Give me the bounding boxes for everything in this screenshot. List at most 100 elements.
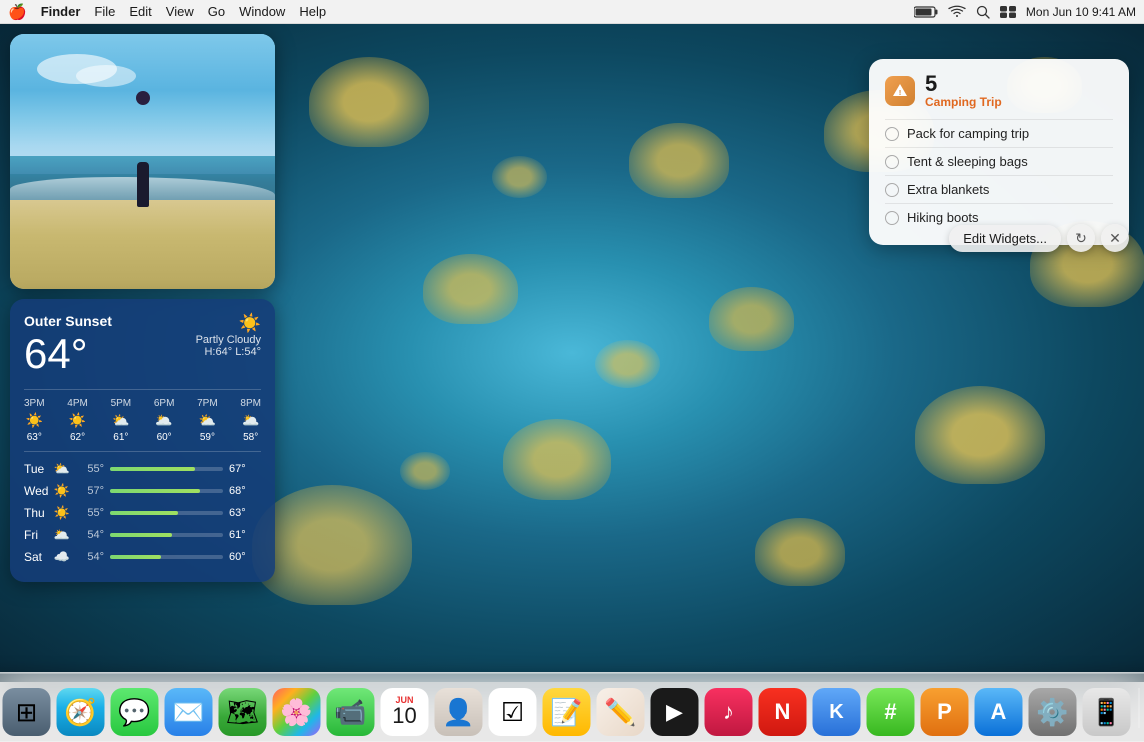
reminders-widget: ! 5 Camping Trip Pack for camping trip Te… (869, 59, 1129, 245)
menubar-view[interactable]: View (166, 4, 194, 19)
reminders-header: ! 5 Camping Trip (885, 73, 1113, 109)
forecast-row: Fri 🌥️ 54° 61° (24, 524, 261, 546)
menubar-app-name[interactable]: Finder (41, 4, 81, 19)
reminders-icon: ☑ (501, 697, 524, 728)
weather-sun-icon: ☀️ (196, 313, 261, 334)
dock-item-calendar[interactable]: JUN 10 (381, 688, 429, 736)
facetime-icon: 📹 (334, 697, 366, 728)
forecast-row: Tue ⛅ 55° 67° (24, 458, 261, 480)
reminder-checkbox[interactable] (885, 211, 899, 225)
dock-separator (1139, 688, 1140, 728)
dock-item-mail[interactable]: ✉️ (165, 688, 213, 736)
dock-item-safari[interactable]: 🧭 (57, 688, 105, 736)
dock-item-music[interactable]: ♪ (705, 688, 753, 736)
apple-logo-icon[interactable]: 🍎 (8, 3, 27, 21)
reminder-text: Pack for camping trip (907, 126, 1029, 141)
launchpad-icon: ⊞ (16, 697, 38, 728)
dock-item-freeform[interactable]: ✏️ (597, 688, 645, 736)
control-center-icon[interactable] (1000, 6, 1016, 18)
weather-hour-item: 4PM☀️62° (67, 398, 88, 443)
dock-item-maps[interactable]: 🗺 (219, 688, 267, 736)
weather-hour-item: 5PM⛅61° (111, 398, 132, 443)
dock-item-news[interactable]: N (759, 688, 807, 736)
battery-icon[interactable] (914, 6, 938, 18)
photos-icon: 🌸 (280, 697, 312, 728)
menubar-left: 🍎 Finder File Edit View Go Window Help (8, 3, 326, 21)
mail-icon: ✉️ (172, 697, 204, 728)
menubar-window[interactable]: Window (239, 4, 285, 19)
refresh-icon: ↻ (1075, 230, 1087, 247)
widget-refresh-button[interactable]: ↻ (1067, 224, 1095, 252)
dock-item-messages[interactable]: 💬 (111, 688, 159, 736)
calendar-date-label: 10 (392, 705, 416, 727)
reminder-item[interactable]: Extra blankets (885, 175, 1113, 203)
reminder-text: Hiking boots (907, 210, 979, 225)
messages-icon: 💬 (118, 697, 150, 728)
weather-forecast: Tue ⛅ 55° 67° Wed ☀️ 57° 68° Thu ☀️ 55° … (24, 451, 261, 568)
reminders-app-icon: ! (885, 76, 915, 106)
wifi-icon[interactable] (948, 5, 966, 18)
freeform-icon: ✏️ (604, 697, 636, 728)
reminder-item[interactable]: Pack for camping trip (885, 119, 1113, 147)
search-icon[interactable] (976, 5, 990, 19)
dock-item-notes[interactable]: 📝 (543, 688, 591, 736)
dock-item-appletv[interactable]: ▶ (651, 688, 699, 736)
reminder-text: Tent & sleeping bags (907, 154, 1028, 169)
weather-hour-item: 8PM🌥️58° (240, 398, 261, 443)
menubar-help[interactable]: Help (299, 4, 326, 19)
forecast-row: Wed ☀️ 57° 68° (24, 480, 261, 502)
safari-icon: 🧭 (64, 697, 96, 728)
reminder-checkbox[interactable] (885, 155, 899, 169)
appletv-play-icon: ▶ (666, 699, 683, 725)
dock-item-contacts[interactable]: 👤 (435, 688, 483, 736)
weather-location: Outer Sunset (24, 313, 112, 329)
forecast-row: Sat ☁️ 54° 60° (24, 546, 261, 568)
reminders-count: 5 (925, 73, 1002, 95)
menubar: 🍎 Finder File Edit View Go Window Help (0, 0, 1144, 24)
dock-item-systemsettings[interactable]: ⚙️ (1029, 688, 1077, 736)
dock-item-iphone[interactable]: 📱 (1083, 688, 1131, 736)
dock-item-launchpad[interactable]: ⊞ (3, 688, 51, 736)
weather-condition: Partly Cloudy H:64° L:54° (196, 334, 261, 358)
dock-item-reminders[interactable]: ☑ (489, 688, 537, 736)
photo-widget-image (10, 34, 275, 289)
weather-widget: Outer Sunset 64° ☀️ Partly Cloudy H:64° … (10, 299, 275, 582)
reminder-checkbox[interactable] (885, 127, 899, 141)
menubar-go[interactable]: Go (208, 4, 225, 19)
dock-item-keynote[interactable]: K (813, 688, 861, 736)
menubar-file[interactable]: File (94, 4, 115, 19)
menubar-edit[interactable]: Edit (129, 4, 151, 19)
dock-item-facetime[interactable]: 📹 (327, 688, 375, 736)
dock-item-pages[interactable]: P (921, 688, 969, 736)
reminder-item[interactable]: Tent & sleeping bags (885, 147, 1113, 175)
widget-close-button[interactable]: ✕ (1101, 224, 1129, 252)
weather-hour-item: 7PM⛅59° (197, 398, 218, 443)
weather-hour-item: 6PM🌥️60° (154, 398, 175, 443)
close-icon: ✕ (1109, 230, 1121, 247)
appstore-a-icon: A (991, 699, 1007, 725)
menubar-datetime: Mon Jun 10 9:41 AM (1026, 5, 1136, 19)
contacts-icon: 👤 (442, 697, 474, 728)
reminder-checkbox[interactable] (885, 183, 899, 197)
news-n-icon: N (775, 699, 791, 725)
numbers-icon: # (884, 699, 896, 725)
widget-toolbar: Edit Widgets... ↻ ✕ (949, 224, 1129, 252)
reminders-list-name: Camping Trip (925, 95, 1002, 109)
forecast-row: Thu ☀️ 55° 63° (24, 502, 261, 524)
weather-temperature: 64° (24, 331, 112, 377)
menubar-right: Mon Jun 10 9:41 AM (914, 5, 1136, 19)
weather-hour-item: 3PM☀️63° (24, 398, 45, 443)
notes-icon: 📝 (550, 697, 582, 728)
dock-item-appstore[interactable]: A (975, 688, 1023, 736)
music-note-icon: ♪ (723, 699, 734, 725)
svg-text:!: ! (899, 90, 901, 97)
dock-item-numbers[interactable]: # (867, 688, 915, 736)
reminders-list: Pack for camping trip Tent & sleeping bag… (885, 119, 1113, 231)
reminder-text: Extra blankets (907, 182, 989, 197)
dock-item-photos[interactable]: 🌸 (273, 688, 321, 736)
dock: :) ⊞🧭💬✉️🗺🌸📹 JUN 10 👤☑📝✏️▶♪NK#PA⚙️📱 (0, 672, 1144, 742)
edit-widgets-button[interactable]: Edit Widgets... (949, 225, 1061, 252)
pages-p-icon: P (937, 699, 952, 725)
keynote-k-icon: K (829, 701, 843, 724)
systemsettings-icon: ⚙️ (1036, 697, 1068, 728)
